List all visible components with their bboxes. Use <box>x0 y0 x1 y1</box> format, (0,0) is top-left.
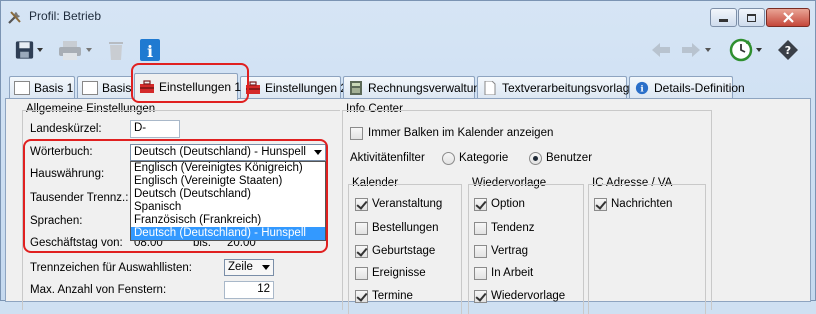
tab-einstellungen-2[interactable]: Einstellungen 2 <box>240 76 347 99</box>
floppy-disk-icon <box>15 41 34 59</box>
svg-text:?: ? <box>785 44 791 57</box>
minimize-button[interactable] <box>710 8 737 27</box>
refresh-button[interactable] <box>729 37 765 63</box>
tab-strip: Basis 1 Basis 2 Einstellungen 1 Einstell… <box>5 73 811 100</box>
folder-icon <box>14 81 30 95</box>
chevron-down-icon[interactable] <box>86 48 92 52</box>
back-button[interactable] <box>651 37 671 63</box>
woerterbuch-dropdown-list: Englisch (Vereinigtes Königreich) Englis… <box>130 161 326 241</box>
refresh-clock-icon <box>729 38 753 62</box>
maximize-icon <box>747 13 756 22</box>
title-bar: Profil: Betrieb <box>1 1 815 33</box>
tab-textverarbeitungsvorlage[interactable]: Textverarbeitungsvorlage <box>477 76 636 99</box>
dropdown-option[interactable]: Englisch (Vereinigte Staaten) <box>131 175 325 188</box>
info-icon: i <box>140 39 160 61</box>
max-fenster-input[interactable]: 12 <box>224 281 274 299</box>
toolbox-icon <box>140 80 154 93</box>
landeskuerzel-input[interactable]: D- <box>130 120 180 138</box>
tab-basis-2[interactable]: Basis 2 <box>77 76 141 99</box>
tab-label: Einstellungen 2 <box>265 81 348 95</box>
calculator-icon <box>350 81 362 95</box>
minimize-icon <box>719 19 728 22</box>
hauswaehrung-label: Hauswährung: <box>30 168 105 180</box>
dropdown-option-selected[interactable]: Deutsch (Deutschland) - Hunspell <box>131 227 325 240</box>
chevron-down-icon <box>262 265 270 270</box>
save-button[interactable] <box>15 37 43 63</box>
maximize-button[interactable] <box>738 8 765 27</box>
dropdown-option[interactable]: Englisch (Vereinigtes Königreich) <box>131 162 325 175</box>
tab-content-einstellungen-1: Allgemeine Einstellungen Landeskürzel: D… <box>5 98 811 314</box>
toolbar: i ? <box>5 33 811 67</box>
info-button[interactable]: i <box>139 37 163 63</box>
dropdown-option[interactable]: Französisch (Frankreich) <box>131 214 325 227</box>
dropdown-option[interactable]: Spanisch <box>131 201 325 214</box>
svg-text:i: i <box>147 42 153 61</box>
info-icon: i <box>635 81 649 95</box>
tab-label: Details-Definition <box>654 81 745 95</box>
help-button[interactable]: ? <box>777 37 801 63</box>
woerterbuch-select[interactable]: Deutsch (Deutschland) - Hunspell <box>130 144 326 161</box>
chevron-down-icon[interactable] <box>705 48 711 52</box>
arrow-right-icon <box>682 43 700 57</box>
help-diamond-icon: ? <box>778 40 798 60</box>
folder-icon <box>82 81 98 95</box>
toolbox-icon <box>246 81 260 94</box>
window-title: Profil: Betrieb <box>29 9 102 23</box>
profile-window: Profil: Betrieb i ? Basis 1 Basis 2 Eins… <box>0 0 816 314</box>
tab-einstellungen-1[interactable]: Einstellungen 1 <box>134 73 242 100</box>
tab-rechnungsverwaltung[interactable]: Rechnungsverwaltung <box>343 76 487 99</box>
tab-label: Rechnungsverwaltung <box>368 81 487 95</box>
trennzeichen-selected-value: Zeile <box>228 261 253 273</box>
trennzeichen-select[interactable]: Zeile <box>224 259 274 276</box>
geschaeftstag-label: Geschäftstag von: <box>30 237 123 249</box>
sprachen-label: Sprachen: <box>30 215 83 227</box>
tab-label: Textverarbeitungsvorlage <box>502 81 637 95</box>
group-info-center <box>342 110 712 310</box>
close-icon <box>782 12 794 23</box>
tab-details-definition[interactable]: i Details-Definition <box>629 76 745 99</box>
landeskuerzel-label: Landeskürzel: <box>30 123 102 135</box>
tab-basis-1[interactable]: Basis 1 <box>9 76 75 99</box>
forward-button[interactable] <box>681 37 715 63</box>
max-fenster-label: Max. Anzahl von Fenstern: <box>30 284 167 296</box>
trennzeichen-label: Trennzeichen für Auswahllisten: <box>30 262 192 274</box>
delete-button[interactable] <box>107 37 129 63</box>
trash-icon <box>109 42 123 60</box>
woerterbuch-selected-value: Deutsch (Deutschland) - Hunspell <box>134 146 306 158</box>
close-button[interactable] <box>766 8 810 27</box>
print-button[interactable] <box>57 37 99 63</box>
document-icon <box>484 81 496 95</box>
chevron-down-icon[interactable] <box>756 48 762 52</box>
printer-icon <box>59 41 81 60</box>
tab-label: Einstellungen 1 <box>159 80 242 94</box>
tausender-label: Tausender Trennz.: <box>30 192 129 204</box>
chevron-down-icon <box>314 150 322 155</box>
dropdown-option[interactable]: Deutsch (Deutschland) <box>131 188 325 201</box>
woerterbuch-label: Wörterbuch: <box>30 146 93 158</box>
tab-label: Basis 1 <box>34 81 74 95</box>
tools-icon <box>8 11 21 24</box>
chevron-down-icon[interactable] <box>37 48 43 52</box>
arrow-left-icon <box>652 43 670 57</box>
